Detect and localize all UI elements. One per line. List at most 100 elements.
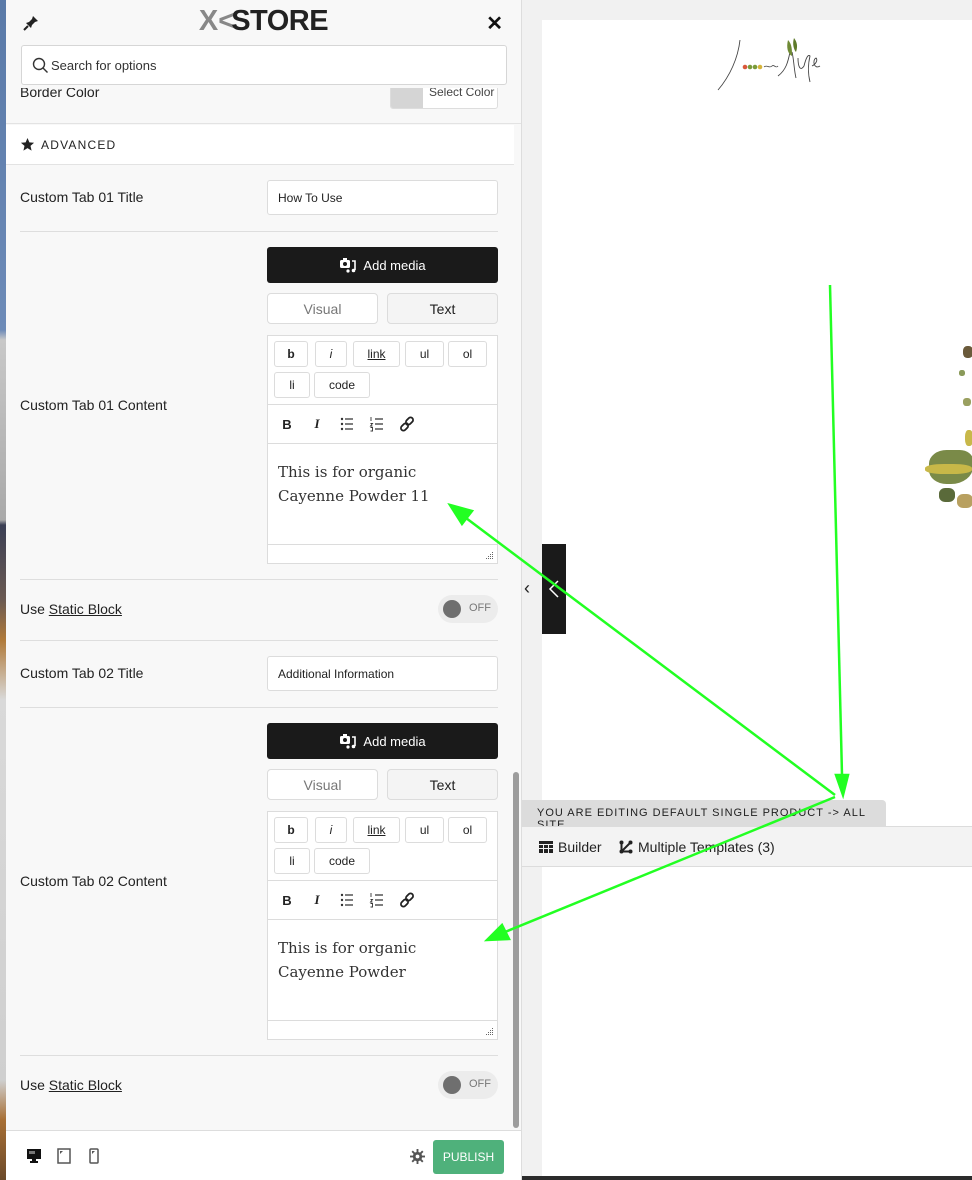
toggle-state: OFF bbox=[469, 1078, 491, 1090]
tab2-content-textarea[interactable]: This is for organic Cayenne Powder bbox=[268, 920, 497, 1021]
tab1-title-field bbox=[267, 180, 498, 215]
quicktag-li[interactable]: li bbox=[274, 848, 310, 874]
tab1-title-input[interactable] bbox=[268, 181, 497, 214]
static-block-prefix: Use bbox=[20, 601, 49, 617]
xstore-logo: X <STORE bbox=[6, 5, 521, 38]
divider bbox=[20, 640, 498, 641]
logo-text: STORE bbox=[231, 5, 329, 37]
quicktag-ul[interactable]: ul bbox=[405, 341, 444, 367]
add-media-label: Add media bbox=[363, 733, 426, 749]
logo-x: X bbox=[198, 5, 219, 37]
desktop-icon[interactable] bbox=[26, 1148, 42, 1164]
divider bbox=[20, 579, 498, 580]
tab2-title-input[interactable] bbox=[268, 657, 497, 690]
toggle-knob bbox=[443, 1076, 461, 1094]
site-preview bbox=[522, 0, 972, 1176]
star-icon bbox=[20, 137, 35, 151]
tab1-content-textarea[interactable]: This is for organic Cayenne Powder 11 bbox=[268, 444, 497, 545]
builder-button[interactable]: Builder bbox=[539, 839, 602, 855]
bold-icon[interactable]: B bbox=[278, 891, 296, 909]
advanced-section-header[interactable]: ADVANCED bbox=[6, 125, 514, 165]
quicktag-italic[interactable]: i bbox=[315, 341, 347, 367]
quicktag-ol[interactable]: ol bbox=[448, 341, 487, 367]
static-block-prefix: Use bbox=[20, 1077, 49, 1093]
quicktag-code[interactable]: code bbox=[314, 372, 370, 398]
tab2-static-block-toggle[interactable]: OFF bbox=[438, 1071, 498, 1099]
quicktag-ul[interactable]: ul bbox=[405, 817, 444, 843]
tab2-visual-tab[interactable]: Visual bbox=[267, 769, 378, 800]
static-block-link[interactable]: Static Block bbox=[49, 601, 122, 617]
add-media-label: Add media bbox=[363, 257, 426, 273]
product-image-fragment bbox=[925, 340, 972, 530]
editing-notice: YOU ARE EDITING DEFAULT SINGLE PRODUCT -… bbox=[522, 800, 886, 831]
builder-icon bbox=[539, 841, 553, 853]
quicktag-code[interactable]: code bbox=[314, 848, 370, 874]
format-toolbar: B I bbox=[268, 405, 497, 444]
link-icon[interactable] bbox=[398, 415, 416, 433]
divider bbox=[20, 1055, 498, 1056]
quicktag-ol[interactable]: ol bbox=[448, 817, 487, 843]
search-box bbox=[21, 45, 507, 85]
preview-page bbox=[542, 20, 972, 1176]
quicktag-italic[interactable]: i bbox=[315, 817, 347, 843]
add-media-icon bbox=[340, 734, 357, 749]
divider bbox=[20, 231, 498, 232]
quicktags-toolbar: b i link ul ol li code bbox=[268, 812, 497, 881]
site-logo[interactable] bbox=[712, 28, 832, 94]
numbered-list-icon[interactable] bbox=[368, 891, 386, 909]
multiple-templates-button[interactable]: Multiple Templates (3) bbox=[619, 839, 775, 855]
tab1-add-media-button[interactable]: Add media bbox=[267, 247, 498, 283]
tab2-title-field bbox=[267, 656, 498, 691]
search-icon bbox=[32, 57, 48, 73]
link-icon[interactable] bbox=[398, 891, 416, 909]
logo-x-2: < bbox=[218, 5, 235, 37]
resize-handle-icon[interactable] bbox=[486, 552, 494, 560]
bold-icon[interactable]: B bbox=[278, 415, 296, 433]
tab1-title-label: Custom Tab 01 Title bbox=[20, 189, 144, 205]
add-media-icon bbox=[340, 258, 357, 273]
tab1-content-label: Custom Tab 01 Content bbox=[20, 397, 167, 413]
format-toolbar: B I bbox=[268, 881, 497, 920]
preview-slider-tab[interactable] bbox=[542, 544, 566, 634]
tab1-static-block-label: Use Static Block bbox=[20, 601, 122, 617]
numbered-list-icon[interactable] bbox=[368, 415, 386, 433]
section-title: ADVANCED bbox=[41, 138, 117, 152]
builder-label: Builder bbox=[558, 839, 602, 855]
gear-icon[interactable] bbox=[410, 1149, 425, 1164]
builder-bar: Builder Multiple Templates (3) bbox=[522, 826, 972, 867]
collapse-panel-icon[interactable]: ‹ bbox=[524, 578, 530, 599]
quicktag-bold[interactable]: b bbox=[274, 817, 308, 843]
tab2-content-label: Custom Tab 02 Content bbox=[20, 873, 167, 889]
search-input[interactable] bbox=[51, 46, 491, 84]
tab1-static-block-toggle[interactable]: OFF bbox=[438, 595, 498, 623]
quicktag-bold[interactable]: b bbox=[274, 341, 308, 367]
tab1-text-tab[interactable]: Text bbox=[387, 293, 498, 324]
tablet-icon[interactable] bbox=[56, 1148, 72, 1164]
quicktag-link[interactable]: link bbox=[353, 341, 400, 367]
italic-icon[interactable]: I bbox=[308, 415, 326, 433]
tab2-title-label: Custom Tab 02 Title bbox=[20, 665, 144, 681]
toggle-knob bbox=[443, 600, 461, 618]
templates-branch-icon bbox=[619, 840, 633, 854]
tab2-text-tab[interactable]: Text bbox=[387, 769, 498, 800]
mobile-icon[interactable] bbox=[86, 1148, 102, 1164]
static-block-link[interactable]: Static Block bbox=[49, 1077, 122, 1093]
editor-status-bar bbox=[268, 544, 497, 563]
tab2-add-media-button[interactable]: Add media bbox=[267, 723, 498, 759]
close-button[interactable]: ✕ bbox=[486, 11, 503, 36]
tab1-visual-tab[interactable]: Visual bbox=[267, 293, 378, 324]
tab2-editor: b i link ul ol li code B I This is for o… bbox=[267, 811, 498, 1040]
italic-icon[interactable]: I bbox=[308, 891, 326, 909]
editor-status-bar bbox=[268, 1020, 497, 1039]
resize-handle-icon[interactable] bbox=[486, 1028, 494, 1036]
bullet-list-icon[interactable] bbox=[338, 415, 356, 433]
toggle-state: OFF bbox=[469, 602, 491, 614]
customizer-panel: X<STORE ✕ Border Color Select Color ADVA… bbox=[6, 0, 522, 1180]
tab1-editor: b i link ul ol li code B I This is for o… bbox=[267, 335, 498, 564]
panel-scrollbar[interactable] bbox=[513, 772, 519, 1128]
quicktag-li[interactable]: li bbox=[274, 372, 310, 398]
bullet-list-icon[interactable] bbox=[338, 891, 356, 909]
tab2-static-block-label: Use Static Block bbox=[20, 1077, 122, 1093]
publish-button[interactable]: PUBLISH bbox=[433, 1140, 504, 1174]
quicktag-link[interactable]: link bbox=[353, 817, 400, 843]
